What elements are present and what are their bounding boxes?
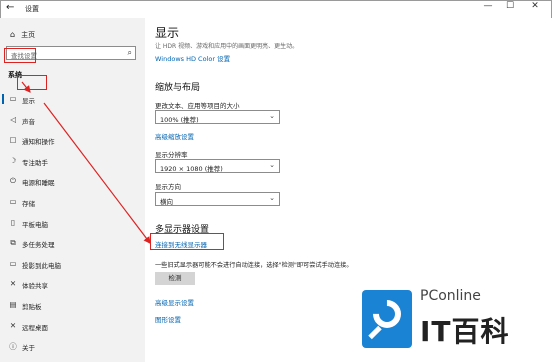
watermark-name: IT百科: [420, 315, 510, 348]
watermark: PConline IT百科: [350, 284, 550, 362]
watermark-logo-icon: [362, 290, 412, 348]
arrow-display-to-wireless: [43, 102, 151, 244]
watermark-brand: PConline: [420, 288, 481, 304]
arrow-system-to-display: [21, 81, 31, 93]
